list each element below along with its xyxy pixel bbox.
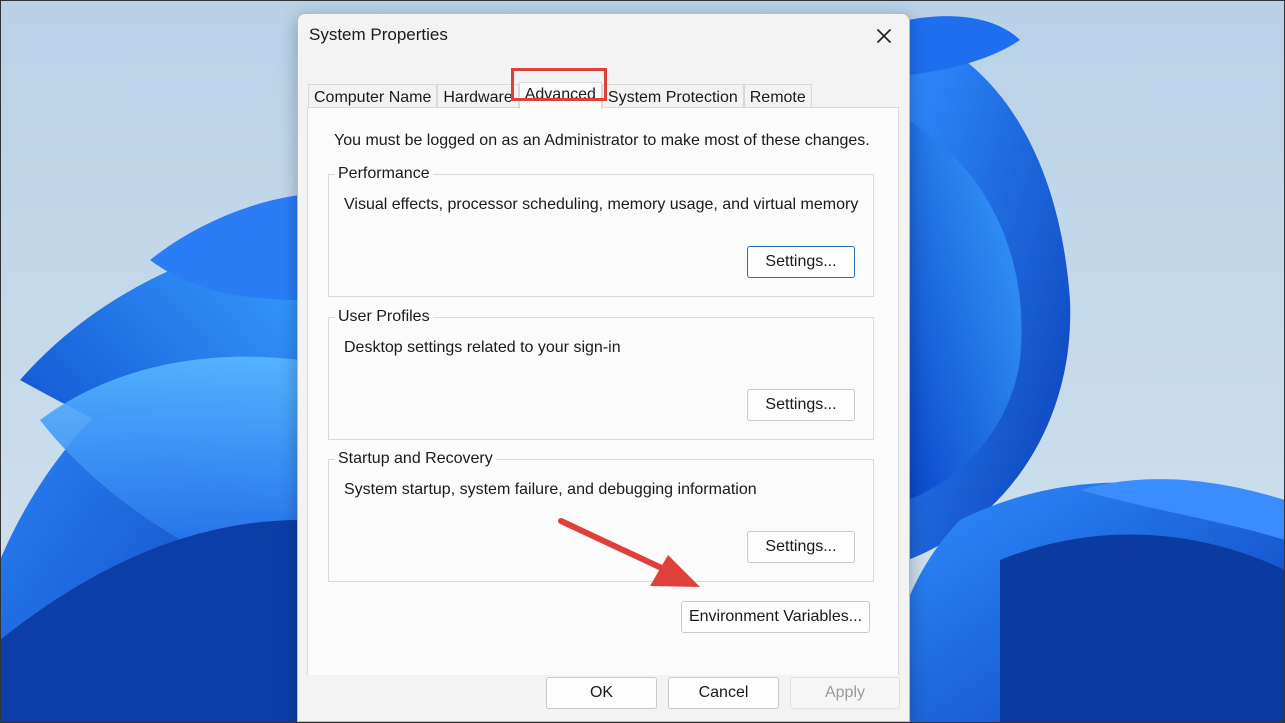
window-title: System Properties bbox=[309, 25, 448, 44]
startup-recovery-settings-button[interactable]: Settings... bbox=[747, 531, 855, 563]
apply-button[interactable]: Apply bbox=[790, 677, 900, 709]
dialog-footer: OK Cancel Apply bbox=[298, 675, 909, 721]
tab-strip: Computer Name Hardware Advanced System P… bbox=[308, 82, 812, 109]
tab-advanced[interactable]: Advanced bbox=[518, 82, 602, 109]
system-properties-dialog: System Properties Computer Name Hardware… bbox=[297, 13, 910, 722]
ok-button[interactable]: OK bbox=[546, 677, 657, 709]
performance-description: Visual effects, processor scheduling, me… bbox=[344, 196, 859, 213]
environment-variables-button[interactable]: Environment Variables... bbox=[681, 601, 870, 633]
user-profiles-group-label: User Profiles bbox=[335, 308, 433, 326]
advanced-tab-panel: You must be logged on as an Administrato… bbox=[307, 107, 899, 677]
tab-computer-name[interactable]: Computer Name bbox=[308, 84, 438, 109]
cancel-button[interactable]: Cancel bbox=[668, 677, 779, 709]
tab-system-protection[interactable]: System Protection bbox=[601, 84, 744, 109]
performance-group-label: Performance bbox=[335, 165, 433, 183]
admin-note: You must be logged on as an Administrato… bbox=[334, 132, 870, 149]
close-button[interactable] bbox=[869, 22, 899, 50]
performance-settings-button[interactable]: Settings... bbox=[747, 246, 855, 278]
title-bar[interactable]: System Properties bbox=[298, 14, 909, 58]
startup-recovery-group-label: Startup and Recovery bbox=[335, 450, 496, 468]
user-profiles-settings-button[interactable]: Settings... bbox=[747, 389, 855, 421]
startup-recovery-description: System startup, system failure, and debu… bbox=[344, 481, 757, 498]
tab-remote[interactable]: Remote bbox=[743, 84, 812, 109]
startup-recovery-group: Startup and Recovery System startup, sys… bbox=[328, 450, 874, 582]
user-profiles-group: User Profiles Desktop settings related t… bbox=[328, 308, 874, 440]
tab-hardware[interactable]: Hardware bbox=[437, 84, 519, 109]
close-icon bbox=[876, 28, 892, 44]
performance-group: Performance Visual effects, processor sc… bbox=[328, 165, 874, 297]
user-profiles-description: Desktop settings related to your sign-in bbox=[344, 339, 621, 356]
desktop-background: System Properties Computer Name Hardware… bbox=[0, 0, 1285, 723]
